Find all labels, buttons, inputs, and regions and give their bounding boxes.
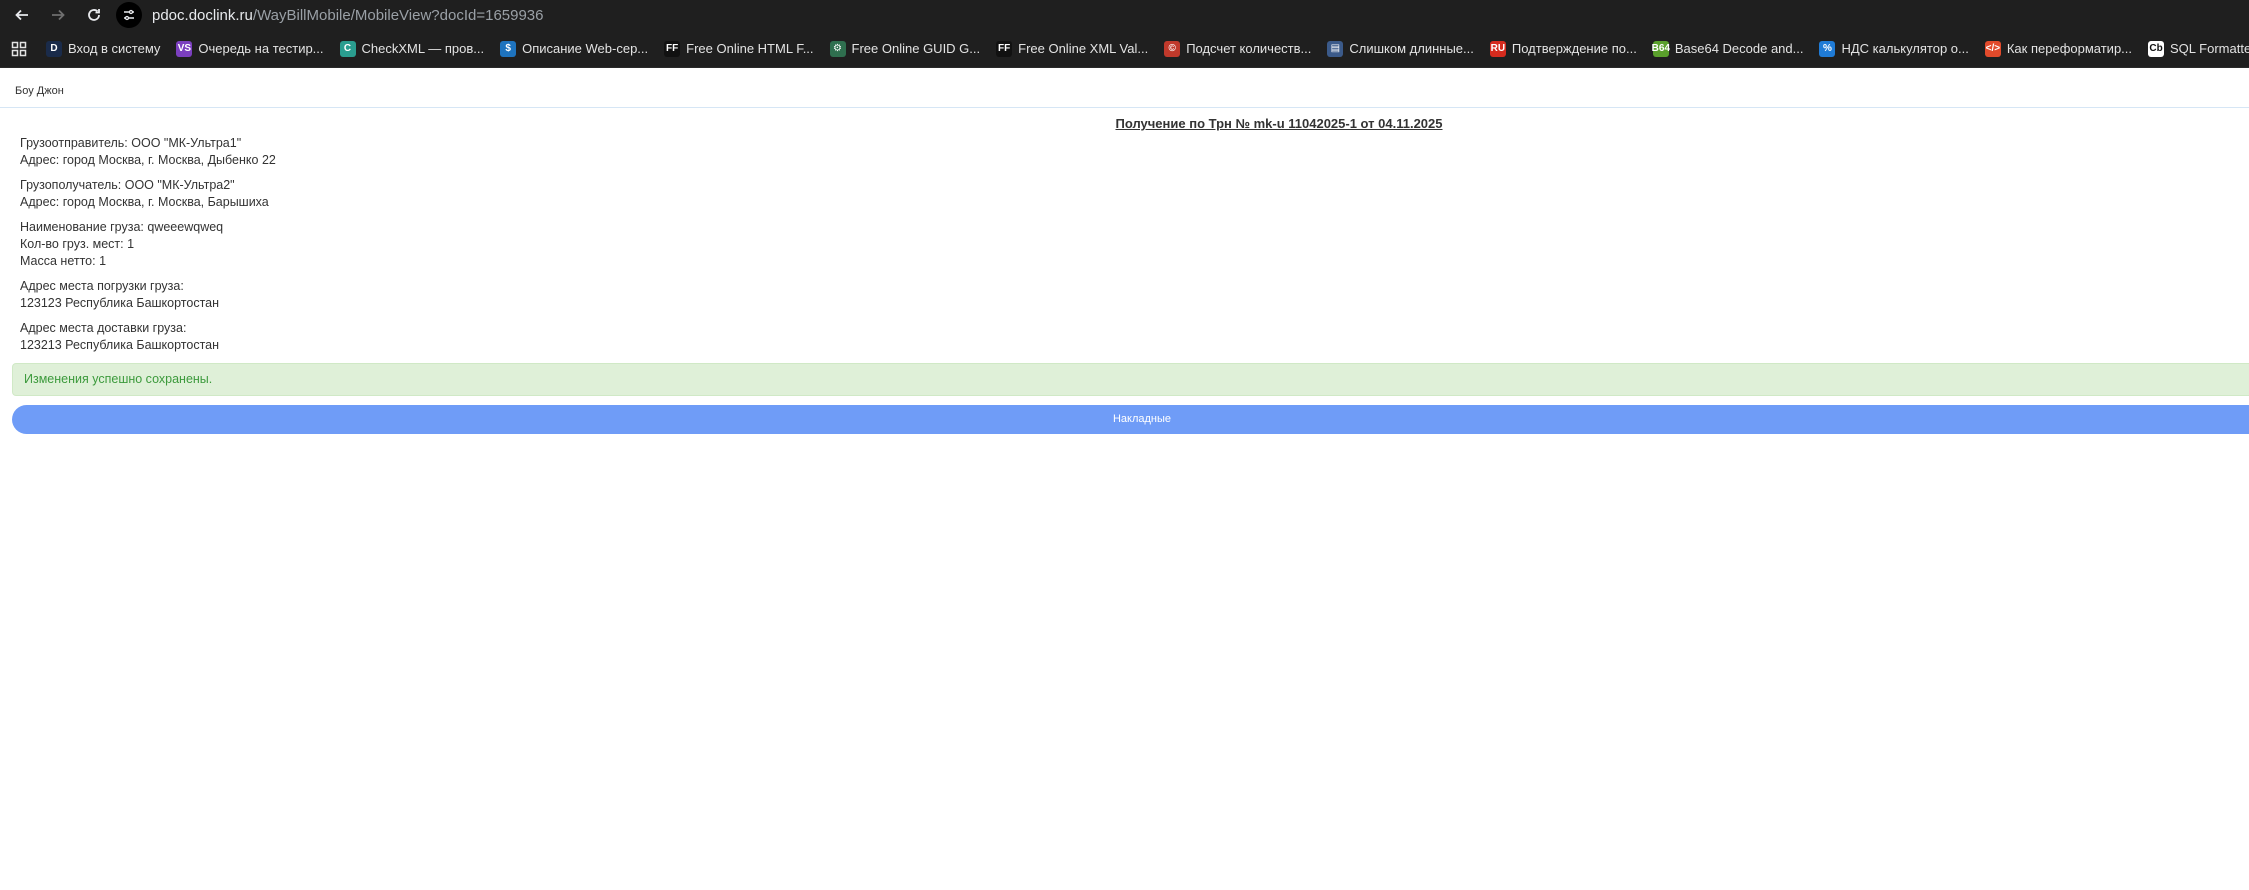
bookmark-favicon-icon: $: [500, 40, 517, 57]
bookmark-label: CheckXML — пров...: [361, 41, 485, 56]
bookmarks-bar: D Вход в систему VS Очередь на тестир... C Ch…: [0, 30, 2249, 68]
page-content: Боу Джон Получение по Трн № mk-u 1104202…: [0, 68, 2249, 890]
delivery-label: Адрес места доставки груза:: [20, 321, 187, 335]
arrow-right-icon: [52, 9, 65, 21]
bookmark-label: Подтверждение по...: [1511, 41, 1637, 56]
apps-grid-icon: [11, 41, 27, 56]
bookmark-favicon-icon: %: [1819, 40, 1836, 57]
success-alert: Изменения успешно сохранены.: [12, 363, 2249, 396]
bookmark-label: Слишком длинные...: [1349, 41, 1474, 56]
loading-block: Адрес места погрузки груза: 123123 Респу…: [20, 278, 276, 312]
bookmark-favicon-icon: B64: [1652, 40, 1670, 57]
cargo-block: Наименование груза: qweeewqweq Кол-во гр…: [20, 219, 276, 270]
delivery-address: 123213 Республика Башкортостан: [20, 338, 220, 352]
bookmark-item[interactable]: © Подсчет количеств...: [1156, 35, 1319, 63]
url-field[interactable]: pdoc.doclink.ru/WayBillMobile/MobileView…: [152, 7, 544, 24]
bookmark-label: Free Online XML Val...: [1018, 41, 1149, 56]
forward-button[interactable]: [40, 0, 76, 30]
bookmarks-list: D Вход в систему VS Очередь на тестир... C Ch…: [38, 35, 2249, 63]
waybills-button[interactable]: Накладные: [12, 405, 2249, 434]
bookmark-favicon-icon: ⚙: [829, 40, 846, 57]
bookmark-item[interactable]: $ Описание Web-сер...: [492, 35, 656, 63]
cargo-name: Наименование груза: qweeewqweq: [20, 220, 224, 234]
url-host: pdoc.doclink.ru: [152, 6, 253, 24]
net-mass: Масса нетто: 1: [20, 254, 107, 268]
bookmark-item[interactable]: </> Как переформатир...: [1977, 35, 2140, 63]
consignee: Грузополучатель: ООО "МК-Ультра2": [20, 178, 235, 192]
bookmark-item[interactable]: C CheckXML — пров...: [332, 35, 493, 63]
bookmark-label: Подсчет количеств...: [1186, 41, 1312, 56]
consignee-address: Адрес: город Москва, г. Москва, Барышиха: [20, 195, 269, 209]
page-title: Получение по Трн № mk-u 11042025-1 от 04…: [1115, 116, 1443, 131]
bookmark-favicon-icon: FF: [996, 40, 1013, 57]
bookmark-label: Вход в систему: [68, 41, 161, 56]
site-info-button[interactable]: [116, 2, 142, 28]
bookmark-favicon-icon: VS: [176, 40, 193, 57]
bookmark-label: НДС калькулятор о...: [1841, 41, 1969, 56]
bookmark-item[interactable]: VS Очередь на тестир...: [168, 35, 331, 63]
bookmark-favicon-icon: ▤: [1327, 40, 1344, 57]
bookmark-item[interactable]: D Вход в систему: [38, 35, 168, 63]
bookmark-label: Free Online GUID G...: [851, 41, 981, 56]
url-path: /WayBillMobile/MobileView?docId=1659936: [252, 6, 544, 24]
loading-address: 123123 Республика Башкортостан: [20, 296, 220, 310]
delivery-block: Адрес места доставки груза: 123213 Респу…: [20, 320, 276, 354]
bookmark-item[interactable]: % НДС калькулятор о...: [1811, 35, 1976, 63]
bookmark-item[interactable]: FF Free Online XML Val...: [988, 35, 1156, 63]
bookmark-item[interactable]: B64 Base64 Decode and...: [1645, 35, 1812, 63]
bookmark-label: Base64 Decode and...: [1674, 41, 1804, 56]
shipper-block: Грузоотправитель: ООО "МК-Ультра1" Адрес…: [20, 135, 276, 169]
bookmark-favicon-icon: C: [339, 40, 356, 57]
bookmark-favicon-icon: ©: [1164, 40, 1181, 57]
loading-label: Адрес места погрузки груза:: [20, 279, 184, 293]
user-name: Боу Джон: [15, 85, 64, 97]
shipper-address: Адрес: город Москва, г. Москва, Дыбенко …: [20, 153, 276, 167]
bookmark-label: SQL Formatter & Be...: [2170, 41, 2249, 56]
consignee-block: Грузополучатель: ООО "МК-Ультра2" Адрес:…: [20, 177, 276, 211]
apps-button[interactable]: [0, 30, 38, 67]
shipper: Грузоотправитель: ООО "МК-Ультра1": [20, 136, 242, 150]
arrow-left-icon: [15, 9, 28, 21]
user-header: Боу Джон: [0, 68, 2249, 108]
bookmark-label: Очередь на тестир...: [198, 41, 324, 56]
waybill-info: Грузоотправитель: ООО "МК-Ультра1" Адрес…: [20, 135, 276, 362]
bookmark-item[interactable]: ▤ Слишком длинные...: [1319, 35, 1481, 63]
tune-icon: [124, 9, 134, 21]
back-button[interactable]: [4, 0, 40, 30]
reload-icon: [88, 9, 100, 21]
bookmark-item[interactable]: Cb SQL Formatter & Be...: [2140, 35, 2249, 63]
bookmark-item[interactable]: FF Free Online HTML F...: [656, 35, 821, 63]
bookmark-favicon-icon: FF: [664, 40, 681, 57]
bookmark-label: Как переформатир...: [2006, 41, 2133, 56]
bookmark-favicon-icon: </>: [1984, 40, 2001, 57]
bookmark-favicon-icon: Cb: [2148, 40, 2165, 57]
bookmark-item[interactable]: ⚙ Free Online GUID G...: [822, 35, 989, 63]
browser-address-bar: pdoc.doclink.ru/WayBillMobile/MobileView…: [0, 0, 2249, 30]
bookmark-favicon-icon: RU: [1489, 40, 1506, 57]
bookmark-label: Описание Web-сер...: [522, 41, 649, 56]
bookmark-favicon-icon: D: [46, 40, 62, 57]
cargo-places: Кол-во груз. мест: 1: [20, 237, 135, 251]
bookmark-label: Free Online HTML F...: [686, 41, 814, 56]
bookmark-item[interactable]: RU Подтверждение по...: [1482, 35, 1645, 63]
reload-button[interactable]: [76, 0, 112, 30]
